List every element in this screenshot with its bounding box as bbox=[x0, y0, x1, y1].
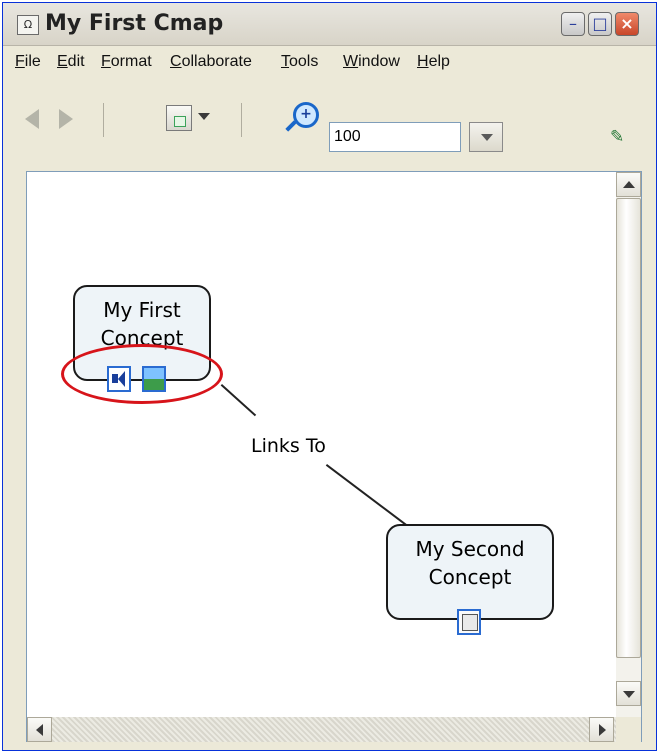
toolbar-separator bbox=[103, 103, 104, 137]
link-line[interactable] bbox=[220, 384, 257, 417]
map-canvas[interactable]: Links To My First Concept My Second Conc… bbox=[26, 171, 642, 742]
highlight-ellipse bbox=[61, 344, 223, 404]
chevron-down-icon[interactable] bbox=[198, 113, 210, 120]
toolbar: + 100 ✎ bbox=[3, 79, 656, 175]
link-label[interactable]: Links To bbox=[251, 435, 326, 457]
concept-text-line: My First bbox=[103, 298, 181, 322]
document-icon[interactable] bbox=[457, 609, 481, 635]
edit-tools-icon[interactable]: ✎ bbox=[610, 127, 632, 149]
menu-file[interactable]: File bbox=[15, 53, 41, 71]
title-bar[interactable]: Ω My First Cmap – □ × bbox=[3, 3, 656, 46]
scroll-up-button[interactable] bbox=[616, 172, 641, 197]
horizontal-scrollbar[interactable] bbox=[27, 717, 616, 742]
back-icon[interactable] bbox=[25, 109, 39, 129]
scroll-thumb[interactable] bbox=[616, 198, 641, 658]
zoom-input[interactable]: 100 bbox=[329, 122, 461, 152]
toolbar-separator bbox=[241, 103, 242, 137]
zoom-icon-handle bbox=[285, 120, 297, 132]
menu-bar: File Edit Format Collaborate Tools Windo… bbox=[3, 46, 656, 78]
app-icon: Ω bbox=[17, 15, 39, 35]
menu-tools[interactable]: Tools bbox=[281, 53, 318, 71]
scroll-left-button[interactable] bbox=[27, 717, 52, 742]
menu-window[interactable]: Window bbox=[343, 53, 400, 71]
link-line[interactable] bbox=[325, 464, 410, 528]
scroll-right-button[interactable] bbox=[589, 717, 614, 742]
menu-format[interactable]: Format bbox=[101, 53, 152, 71]
concept-text-line: My Second bbox=[415, 537, 525, 561]
scroll-down-button[interactable] bbox=[616, 681, 641, 706]
zoom-icon[interactable]: + bbox=[293, 102, 319, 128]
close-button[interactable]: × bbox=[615, 12, 639, 36]
concept-node-second[interactable]: My Second Concept bbox=[386, 524, 554, 620]
maximize-button[interactable]: □ bbox=[588, 12, 612, 36]
scroll-corner bbox=[616, 717, 641, 742]
vertical-scrollbar[interactable] bbox=[616, 172, 641, 717]
menu-edit[interactable]: Edit bbox=[57, 53, 85, 71]
zoom-dropdown-button[interactable] bbox=[469, 122, 503, 152]
view-icon[interactable] bbox=[166, 105, 192, 131]
window-title: My First Cmap bbox=[45, 11, 224, 36]
minimize-button[interactable]: – bbox=[561, 12, 585, 36]
menu-collaborate[interactable]: Collaborate bbox=[170, 53, 252, 71]
concept-text-line: Concept bbox=[428, 565, 512, 589]
menu-help[interactable]: Help bbox=[417, 53, 450, 71]
forward-icon[interactable] bbox=[59, 109, 73, 129]
